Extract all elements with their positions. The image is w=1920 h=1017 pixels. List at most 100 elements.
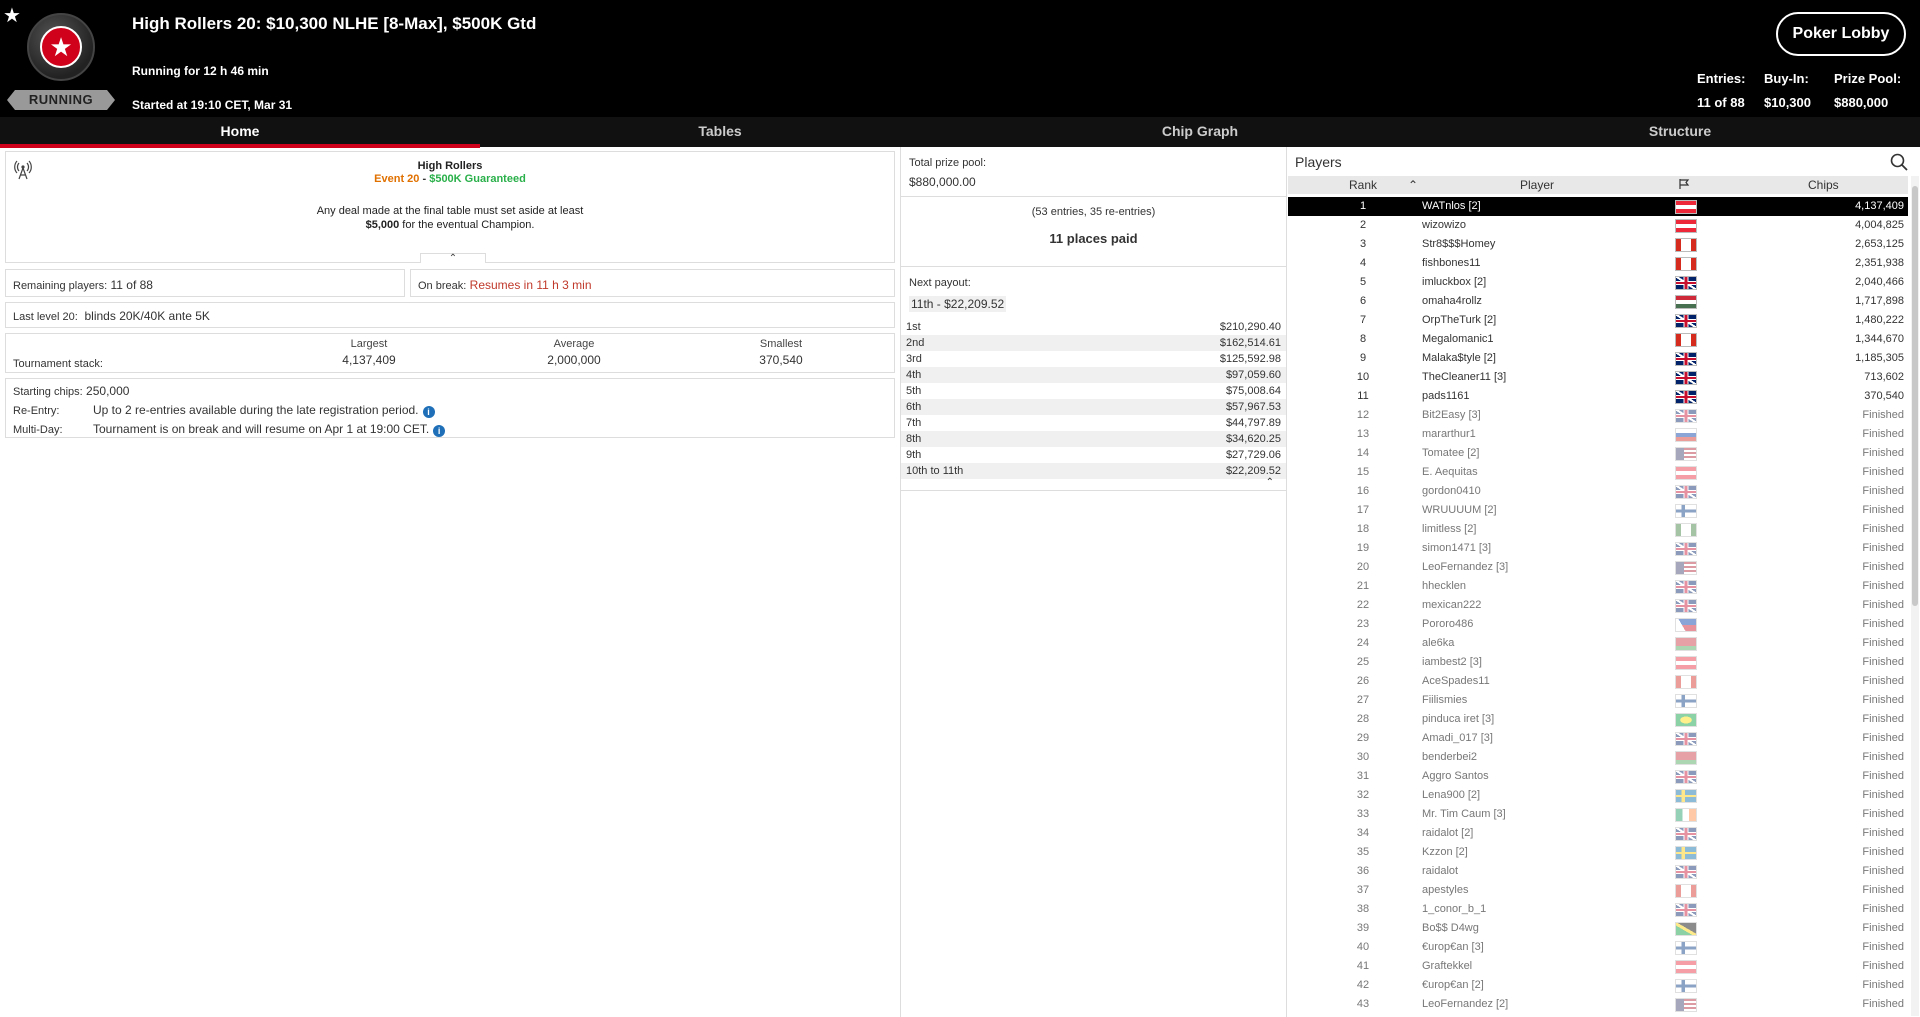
player-row[interactable]: 23 Pororo486 Finished [1288,615,1908,634]
player-rank: 42 [1356,979,1370,991]
player-row[interactable]: 26 AceSpades11 Finished [1288,672,1908,691]
player-row[interactable]: 41 Graftekkel Finished [1288,957,1908,976]
payout-amount: $210,290.40 [1219,321,1281,333]
tab-chip-graph[interactable]: Chip Graph [960,117,1440,147]
player-chips: Finished [1862,789,1904,801]
sort-asc-icon[interactable]: ⌃ [1408,178,1418,192]
player-row[interactable]: 21 hhecklen Finished [1288,577,1908,596]
player-row[interactable]: 25 iambest2 [3] Finished [1288,653,1908,672]
payout-place: 9th [906,449,922,461]
payout-table: 1st $210,290.40 2nd $162,514.61 3rd $125,592.… [901,319,1286,479]
payout-collapse: ⌃ [901,477,1286,491]
player-row[interactable]: 18 limitless [2] Finished [1288,520,1908,539]
player-row[interactable]: 22 mexican222 Finished [1288,596,1908,615]
players-scrollbar[interactable] [1911,176,1919,1016]
player-row[interactable]: 4 fishbones11 2,351,938 [1288,254,1908,273]
player-row[interactable]: 43 LeoFernandez [2] Finished [1288,995,1908,1014]
player-row[interactable]: 35 Kzzon [2] Finished [1288,843,1908,862]
player-row[interactable]: 12 Bit2Easy [3] Finished [1288,406,1908,425]
country-flag-icon [1675,485,1697,499]
player-row[interactable]: 29 Amadi_017 [3] Finished [1288,729,1908,748]
player-chips: Finished [1862,542,1904,554]
player-row[interactable]: 8 Megalomanic1 1,344,670 [1288,330,1908,349]
player-row[interactable]: 13 mararthur1 Finished [1288,425,1908,444]
player-rank: 28 [1356,713,1370,725]
country-flag-icon [1675,808,1697,822]
player-row[interactable]: 3 Str8$$$Homey 2,653,125 [1288,235,1908,254]
player-row[interactable]: 31 Aggro Santos Finished [1288,767,1908,786]
player-rank: 38 [1356,903,1370,915]
chevron-up-icon[interactable]: ⌃ [1266,477,1274,488]
player-row[interactable]: 40 €urop€an [3] Finished [1288,938,1908,957]
event-number: Event 20 [374,173,420,185]
player-rank: 12 [1356,409,1370,421]
player-row[interactable]: 27 Fiilismies Finished [1288,691,1908,710]
player-chips: Finished [1862,713,1904,725]
largest-value: 4,137,409 [342,353,396,367]
flag-column-icon[interactable] [1678,178,1690,193]
player-row[interactable]: 20 LeoFernandez [3] Finished [1288,558,1908,577]
scrollbar-thumb[interactable] [1912,186,1918,606]
player-name: fishbones11 [1422,257,1481,269]
tab-tables[interactable]: Tables [480,117,960,147]
smallest-stack: Smallest 370,540 [721,338,841,367]
player-row[interactable]: 16 gordon0410 Finished [1288,482,1908,501]
player-row[interactable]: 33 Mr. Tim Caum [3] Finished [1288,805,1908,824]
player-row[interactable]: 28 pinduca iret [3] Finished [1288,710,1908,729]
player-row[interactable]: 9 Malaka$tyle [2] 1,185,305 [1288,349,1908,368]
player-name: E. Aequitas [1422,466,1478,478]
player-row[interactable]: 37 apestyles Finished [1288,881,1908,900]
player-row[interactable]: 1 WATnlos [2] 4,137,409 [1288,197,1908,216]
player-row[interactable]: 14 Tomatee [2] Finished [1288,444,1908,463]
player-rank: 14 [1356,447,1370,459]
player-chips: Finished [1862,884,1904,896]
player-rank: 10 [1356,371,1370,383]
on-break-value: Resumes in 11 h 3 min [469,278,592,292]
player-row[interactable]: 32 Lena900 [2] Finished [1288,786,1908,805]
payout-row: 4th $97,059.60 [901,367,1286,383]
player-row[interactable]: 11 pads1161 370,540 [1288,387,1908,406]
player-chips: Finished [1862,675,1904,687]
player-column-header[interactable]: Player [1520,178,1554,192]
tab-structure[interactable]: Structure [1440,117,1920,147]
chips-column-header[interactable]: Chips [1808,178,1839,192]
player-row[interactable]: 6 omaha4rollz 1,717,898 [1288,292,1908,311]
player-chips: Finished [1862,941,1904,953]
player-rank: 7 [1359,314,1367,326]
country-flag-icon [1675,941,1697,955]
player-chips: 2,040,466 [1855,276,1904,288]
payout-amount: $27,729.06 [1225,449,1281,461]
player-row[interactable]: 19 simon1471 [3] Finished [1288,539,1908,558]
country-flag-icon [1675,523,1697,537]
player-row[interactable]: 38 1_conor_b_1 Finished [1288,900,1908,919]
poker-lobby-button[interactable]: Poker Lobby [1776,12,1906,56]
payout-place: 2nd [906,337,925,349]
tab-home[interactable]: Home [0,117,480,148]
collapse-chevron-icon[interactable]: ⌃ [420,253,486,264]
info-icon[interactable]: i [433,425,446,437]
player-rank: 19 [1356,542,1370,554]
player-rank: 34 [1356,827,1370,839]
buyin-stat: Buy-In: $10,300 [1764,71,1811,110]
player-row[interactable]: 42 €urop€an [2] Finished [1288,976,1908,995]
rank-column-header[interactable]: Rank [1338,178,1388,192]
total-prize-label: Total prize pool: [909,157,987,169]
player-row[interactable]: 34 raidalot [2] Finished [1288,824,1908,843]
player-row[interactable]: 17 WRUUUUM [2] Finished [1288,501,1908,520]
total-prize-pool: Total prize pool: $880,000.00 [901,147,1286,197]
player-chips: Finished [1862,599,1904,611]
favorite-star-icon[interactable]: ★ [3,3,21,28]
player-row[interactable]: 7 OrpTheTurk [2] 1,480,222 [1288,311,1908,330]
player-chips: Finished [1862,960,1904,972]
player-name: benderbei2 [1422,751,1478,763]
player-row[interactable]: 15 E. Aequitas Finished [1288,463,1908,482]
player-row[interactable]: 24 ale6ka Finished [1288,634,1908,653]
player-row[interactable]: 30 benderbei2 Finished [1288,748,1908,767]
info-icon[interactable]: i [422,406,435,418]
player-row[interactable]: 5 imluckbox [2] 2,040,466 [1288,273,1908,292]
player-row[interactable]: 10 TheCleaner11 [3] 713,602 [1288,368,1908,387]
player-row[interactable]: 39 Bo$$ D4wg Finished [1288,919,1908,938]
player-row[interactable]: 2 wizowizo 4,004,825 [1288,216,1908,235]
player-row[interactable]: 36 raidalot Finished [1288,862,1908,881]
search-icon[interactable] [1890,153,1908,171]
